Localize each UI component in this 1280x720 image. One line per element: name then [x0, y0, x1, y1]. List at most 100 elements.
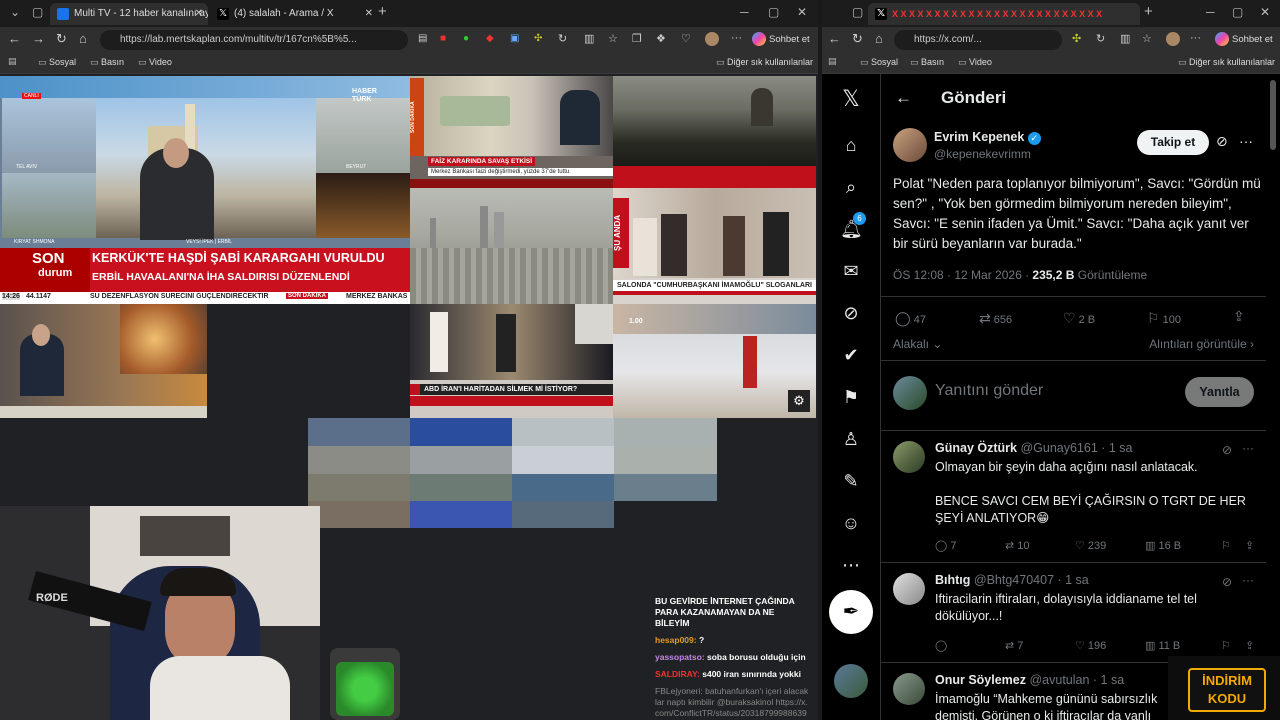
- profile-avatar[interactable]: [705, 32, 719, 46]
- tab-multitv[interactable]: Multi TV - 12 haber kanalını aynı a... ✕: [50, 3, 208, 25]
- jobs-icon[interactable]: ♙: [840, 428, 862, 450]
- tv-tile-faiz[interactable]: SON DAKİKA FAİZ KARARINDA SAVAŞ ETKİSİ M…: [410, 76, 613, 188]
- heart-icon[interactable]: ♡ 196: [1075, 639, 1106, 652]
- close-window-icon[interactable]: ✕: [797, 5, 807, 19]
- close-tab-icon[interactable]: ✕: [365, 3, 373, 25]
- copilot-button[interactable]: Sohbet et: [1215, 30, 1279, 49]
- bookmark-video[interactable]: Video: [958, 57, 992, 68]
- scrollbar-thumb[interactable]: [1270, 80, 1276, 150]
- extension-icon[interactable]: ■: [440, 33, 446, 44]
- view-quotes-link[interactable]: Alıntıları görüntüle ›: [1149, 337, 1254, 351]
- close-tab-icon[interactable]: ✕: [195, 3, 203, 25]
- share-icon[interactable]: ⇪: [1245, 539, 1254, 552]
- grok-explain-icon[interactable]: ⊘: [1222, 575, 1232, 589]
- reply-icon[interactable]: ◯: [935, 639, 947, 652]
- back-icon[interactable]: ←: [828, 31, 841, 46]
- bookmark-basin[interactable]: Basın: [90, 57, 124, 68]
- views-icon[interactable]: ▥ 16 B: [1145, 539, 1181, 552]
- author-name[interactable]: Evrim Kepenek ✓: [934, 130, 1041, 145]
- author-handle[interactable]: @kepenekevrimm: [934, 147, 1031, 161]
- home-icon[interactable]: ⌂: [875, 31, 883, 46]
- reply-avatar[interactable]: [893, 441, 925, 473]
- extension-icon[interactable]: ✣: [1072, 32, 1081, 45]
- reply-avatar[interactable]: [893, 573, 925, 605]
- notifications-icon[interactable]: 🔔︎ 6: [840, 212, 866, 240]
- reply-input[interactable]: Yanıtını gönder: [935, 382, 1043, 400]
- tv-tile-su-anda[interactable]: ŞU ANDA SALONDA "CUMHURBAŞKANI İMAMOĞLU"…: [613, 188, 816, 304]
- grok-explain-icon[interactable]: ⊘: [1222, 443, 1232, 457]
- search-icon[interactable]: ⌕: [840, 176, 862, 198]
- extension-icon[interactable]: ♡: [681, 32, 691, 45]
- extension-icon[interactable]: ↻: [1096, 32, 1105, 45]
- tv-tile-studio[interactable]: 1.00 ⚙: [613, 304, 816, 418]
- minimize-icon[interactable]: ─: [1206, 5, 1215, 19]
- repost-action[interactable]: ⇄ 656: [979, 310, 1012, 327]
- bookmark-video[interactable]: Video: [138, 57, 172, 68]
- verified-icon[interactable]: ✔: [840, 344, 862, 366]
- tv-tile-skyline-dark[interactable]: [613, 76, 816, 188]
- sort-replies-dropdown[interactable]: Alakalı ⌄: [893, 337, 942, 351]
- x-logo-icon[interactable]: 𝕏: [840, 88, 862, 110]
- scrollbar[interactable]: [1266, 74, 1280, 720]
- bookmark-sosyal[interactable]: Sosyal: [38, 57, 76, 68]
- home-icon[interactable]: ⌂: [79, 31, 87, 46]
- bookmark-icon[interactable]: ⚐: [1221, 539, 1231, 552]
- bookmark-icon[interactable]: ⚐: [1221, 639, 1231, 652]
- close-window-icon[interactable]: ✕: [1260, 5, 1270, 19]
- back-icon[interactable]: ←: [8, 31, 21, 46]
- bookmark-basin[interactable]: Basın: [910, 57, 944, 68]
- more-options-icon[interactable]: ···: [1239, 133, 1253, 149]
- reply-tweet[interactable]: Bıhtıg @Bhtg470407 · 1 sa ⊘ ··· Iftiraci…: [881, 562, 1266, 662]
- reply-icon[interactable]: ◯ 7: [935, 539, 957, 552]
- more-options-icon[interactable]: ···: [1190, 32, 1201, 44]
- reply-action[interactable]: ◯ 47: [895, 310, 926, 327]
- sidebar-toggle-icon[interactable]: ▤: [8, 56, 17, 67]
- post-compose-button[interactable]: ✒: [829, 590, 873, 634]
- workspaces-icon[interactable]: ▢: [32, 5, 43, 19]
- extension-icon[interactable]: ●: [463, 33, 469, 44]
- url-input[interactable]: https://x.com/...: [894, 30, 1062, 50]
- profile-icon[interactable]: ☺: [840, 512, 862, 534]
- heart-icon[interactable]: ♡ 239: [1075, 539, 1106, 552]
- split-screen-icon[interactable]: ▥: [584, 32, 594, 45]
- reload-icon[interactable]: ↻: [852, 31, 863, 47]
- messages-icon[interactable]: ✉: [840, 260, 862, 282]
- more-options-icon[interactable]: ···: [1242, 573, 1254, 587]
- url-input[interactable]: https://lab.mertskaplan.com/multitv/tr/1…: [100, 30, 408, 50]
- account-avatar[interactable]: [834, 664, 868, 698]
- bookmark-action[interactable]: ⚐ 100: [1147, 310, 1181, 327]
- more-options-icon[interactable]: ···: [1242, 441, 1254, 455]
- bookmarks-icon[interactable]: ⚑: [840, 386, 862, 408]
- minimize-icon[interactable]: ─: [740, 5, 749, 19]
- extension-icon[interactable]: ✣: [534, 33, 542, 44]
- tv-tile-city2[interactable]: [207, 304, 410, 418]
- new-tab-icon[interactable]: +: [1144, 3, 1153, 20]
- views-icon[interactable]: ▥ 11 B: [1145, 639, 1180, 652]
- more-icon[interactable]: ⋯: [840, 554, 862, 576]
- home-icon[interactable]: ⌂: [840, 134, 862, 156]
- tv-tile-aljazeera[interactable]: [0, 304, 207, 418]
- more-options-icon[interactable]: ···: [731, 32, 742, 44]
- window-menu-icon[interactable]: ⌄: [10, 5, 20, 19]
- tv-tile-abd-iran[interactable]: ABD İRAN'I HARİTADAN SİLMEK Mİ İSTİYOR?: [410, 304, 613, 418]
- author-avatar[interactable]: [893, 128, 927, 162]
- grok-icon[interactable]: ⊘: [840, 302, 862, 324]
- workspaces-icon[interactable]: ▢: [852, 5, 863, 19]
- tab-x[interactable]: 𝕏 X X X X X X X X X X X X X X X X X X X …: [868, 3, 1140, 25]
- share-icon[interactable]: ⇪: [1233, 308, 1245, 325]
- extension-icon[interactable]: ◆: [486, 33, 494, 44]
- split-screen-icon[interactable]: ▥: [1120, 32, 1130, 45]
- maximize-icon[interactable]: ▢: [1232, 5, 1243, 19]
- bookmark-sosyal[interactable]: Sosyal: [860, 57, 898, 68]
- tab-x-search[interactable]: 𝕏 (4) salalah - Arama / X ✕: [210, 3, 378, 25]
- extension-icon[interactable]: ▣: [510, 33, 519, 44]
- maximize-icon[interactable]: ▢: [768, 5, 779, 19]
- tv-tile-haberturk[interactable]: CANLI HABER TÜRK TEL AVIV BEYRUT KIRYAT …: [0, 76, 410, 304]
- share-icon[interactable]: ⇪: [1245, 639, 1254, 652]
- forward-icon[interactable]: →: [32, 31, 45, 46]
- new-tab-icon[interactable]: +: [378, 3, 387, 20]
- grok-explain-icon[interactable]: ⊘: [1216, 133, 1228, 150]
- collections-icon[interactable]: ❐: [632, 32, 642, 45]
- reply-submit-button[interactable]: Yanıtla: [1185, 377, 1254, 407]
- like-action[interactable]: ♡ 2 B: [1063, 310, 1095, 327]
